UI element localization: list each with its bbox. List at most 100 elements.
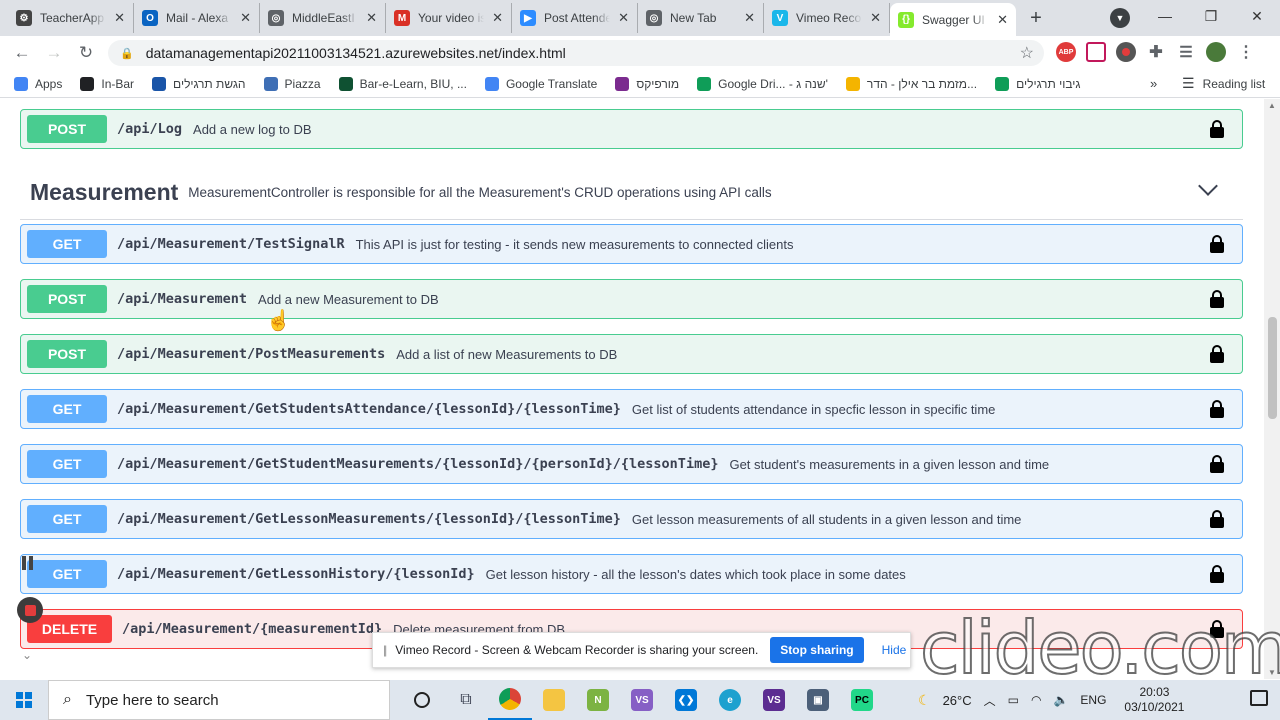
lock-icon[interactable] xyxy=(1210,235,1224,253)
bookmarks-more-icon[interactable]: » xyxy=(1150,76,1157,91)
measurement-tag-section[interactable]: Measurement MeasurementController is res… xyxy=(20,165,1243,220)
record-extension-icon[interactable] xyxy=(1116,42,1136,62)
tab-title: Vimeo Recor xyxy=(796,11,863,25)
hide-button[interactable]: Hide xyxy=(882,643,907,657)
back-icon[interactable]: ← xyxy=(6,43,38,63)
close-tab-icon[interactable]: ✕ xyxy=(618,10,629,26)
app-icon[interactable]: ▣ xyxy=(796,680,840,720)
visual-studio-icon[interactable]: VS xyxy=(620,680,664,720)
operation-get[interactable]: GET/api/Measurement/GetStudentsAttendanc… xyxy=(20,389,1243,429)
start-button[interactable] xyxy=(0,680,48,720)
operation-post[interactable]: POST/api/Measurement Add a new Measuremen… xyxy=(20,279,1243,319)
browser-tab[interactable]: ◎ New Tab ✕ xyxy=(638,3,764,33)
bookmark-item[interactable]: גיבוי תרגילים xyxy=(995,76,1081,91)
scroll-up-icon[interactable]: ▲ xyxy=(1268,101,1276,110)
weather-icon[interactable]: ☾ xyxy=(918,692,931,709)
scrollbar-thumb[interactable] xyxy=(1268,317,1277,419)
forward-icon[interactable]: → xyxy=(38,43,70,63)
lock-icon[interactable] xyxy=(1210,455,1224,473)
bookmark-item[interactable]: Google Translate xyxy=(484,76,597,91)
close-tab-icon[interactable]: ✕ xyxy=(997,12,1008,28)
recorder-collapse-icon[interactable]: ⌄ xyxy=(22,648,32,662)
notifications-icon[interactable] xyxy=(1250,690,1268,706)
recorder-stop-button[interactable] xyxy=(12,596,48,624)
reload-icon[interactable]: ↻ xyxy=(70,43,102,63)
chevron-down-icon[interactable] xyxy=(1198,176,1218,196)
restore-icon[interactable]: ❐ xyxy=(1188,0,1234,32)
browser-tab[interactable]: O Mail - Alexa ✕ xyxy=(134,3,260,33)
puzzle-icon[interactable]: ✚ xyxy=(1146,42,1166,62)
new-tab-button[interactable]: + xyxy=(1016,3,1056,33)
tray-expand-icon[interactable]: ︿ xyxy=(984,692,996,709)
tab-search-icon[interactable]: ▼ xyxy=(1110,8,1130,28)
lock-icon[interactable] xyxy=(1210,510,1224,528)
profile-avatar[interactable] xyxy=(1206,42,1226,62)
stop-sharing-button[interactable]: Stop sharing xyxy=(770,637,864,663)
minimize-icon[interactable]: — xyxy=(1142,0,1188,32)
chrome-taskbar-icon[interactable] xyxy=(488,680,532,720)
browser-tab[interactable]: ⚙ TeacherApp ✕ xyxy=(8,3,134,33)
close-tab-icon[interactable]: ✕ xyxy=(492,10,503,26)
address-bar[interactable]: 🔒 datamanagementapi20211003134521.azurew… xyxy=(108,40,1044,66)
bookmark-item[interactable]: מורפיקס xyxy=(615,76,679,91)
task-view-icon[interactable]: ⧉ xyxy=(444,680,488,720)
operation-post[interactable]: POST/api/Log Add a new log to DB xyxy=(20,109,1243,149)
drag-handle-icon[interactable]: || xyxy=(383,643,387,657)
lock-icon[interactable] xyxy=(1210,400,1224,418)
clock[interactable]: 20:03 03/10/2021 xyxy=(1124,685,1184,715)
close-window-icon[interactable]: ✕ xyxy=(1234,0,1280,32)
zoom-icon: ▶ xyxy=(520,10,536,26)
operation-get[interactable]: GET/api/Measurement/TestSignalR This API … xyxy=(20,224,1243,264)
bookmark-star-icon[interactable]: ☆ xyxy=(1020,43,1034,63)
lock-icon[interactable] xyxy=(1210,565,1224,583)
battery-icon[interactable]: ▭ xyxy=(1008,693,1019,707)
wifi-icon[interactable]: ◠ xyxy=(1031,693,1041,707)
vscode-icon[interactable]: ❮❯ xyxy=(664,680,708,720)
menu-icon[interactable]: ⋮ xyxy=(1236,42,1256,62)
operation-post[interactable]: POST/api/Measurement/PostMeasurements Add… xyxy=(20,334,1243,374)
media-icon[interactable]: ☰ xyxy=(1176,42,1196,62)
browser-tab[interactable]: ▶ Post Attende ✕ xyxy=(512,3,638,33)
close-tab-icon[interactable]: ✕ xyxy=(240,10,251,26)
lock-icon[interactable] xyxy=(1210,290,1224,308)
browser-tab[interactable]: {} Swagger UI ✕ xyxy=(890,3,1016,36)
lock-icon[interactable] xyxy=(1210,345,1224,363)
close-tab-icon[interactable]: ✕ xyxy=(366,10,377,26)
file-explorer-icon[interactable] xyxy=(532,680,576,720)
weather-temp[interactable]: 26°C xyxy=(943,693,972,708)
bookmarks-bar: Apps In-Bar הגשת תרגילים Piazza Bar-e-Learn,… xyxy=(0,70,1280,98)
language-indicator[interactable]: ENG xyxy=(1080,693,1106,707)
notepad-plus-icon[interactable]: N xyxy=(576,680,620,720)
lock-icon[interactable] xyxy=(1210,120,1224,138)
close-tab-icon[interactable]: ✕ xyxy=(114,10,125,26)
bookmark-item[interactable]: In-Bar xyxy=(80,76,134,91)
recorder-pause-icon[interactable] xyxy=(22,556,40,572)
browser-tab[interactable]: V Vimeo Recor ✕ xyxy=(764,3,890,33)
browser-tab[interactable]: M Your video is ✕ xyxy=(386,3,512,33)
bookmark-item[interactable]: Apps xyxy=(14,76,62,91)
taskbar-search-box[interactable]: ⌕ Type here to search xyxy=(48,680,390,720)
operation-get[interactable]: GET/api/Measurement/GetLessonHistory/{le… xyxy=(20,554,1243,594)
bookmark-item[interactable]: Google Dri... - שנה ג' xyxy=(697,76,828,91)
operation-get[interactable]: GET/api/Measurement/GetLessonMeasurement… xyxy=(20,499,1243,539)
bookmark-item[interactable]: Bar-e-Learn, BIU, ... xyxy=(338,76,467,91)
cortana-icon[interactable] xyxy=(400,680,444,720)
page-scrollbar[interactable]: ▲ ▼ xyxy=(1264,99,1280,679)
reading-list-button[interactable]: ☰ Reading list xyxy=(1182,75,1265,92)
extension-icon[interactable] xyxy=(1086,42,1106,62)
visual-studio-2-icon[interactable]: VS xyxy=(752,680,796,720)
volume-icon[interactable]: 🔈 xyxy=(1053,693,1068,707)
bookmark-label: גיבוי תרגילים xyxy=(1016,76,1081,91)
bookmark-item[interactable]: Piazza xyxy=(263,76,321,91)
edge-icon[interactable]: e xyxy=(708,680,752,720)
close-tab-icon[interactable]: ✕ xyxy=(744,10,755,26)
close-tab-icon[interactable]: ✕ xyxy=(870,10,881,26)
operation-path: /api/Measurement/GetStudentMeasurements/… xyxy=(117,456,719,472)
browser-tab[interactable]: ◎ MiddleEastI ✕ xyxy=(260,3,386,33)
lock-icon[interactable]: 🔒 xyxy=(120,47,134,60)
pycharm-icon[interactable]: PC xyxy=(840,680,884,720)
bookmark-item[interactable]: מזמת בר אילן - הדר... xyxy=(845,76,977,91)
operation-get[interactable]: GET/api/Measurement/GetStudentMeasuremen… xyxy=(20,444,1243,484)
bookmark-item[interactable]: הגשת תרגילים xyxy=(152,76,246,91)
adblock-icon[interactable]: ABP xyxy=(1056,42,1076,62)
